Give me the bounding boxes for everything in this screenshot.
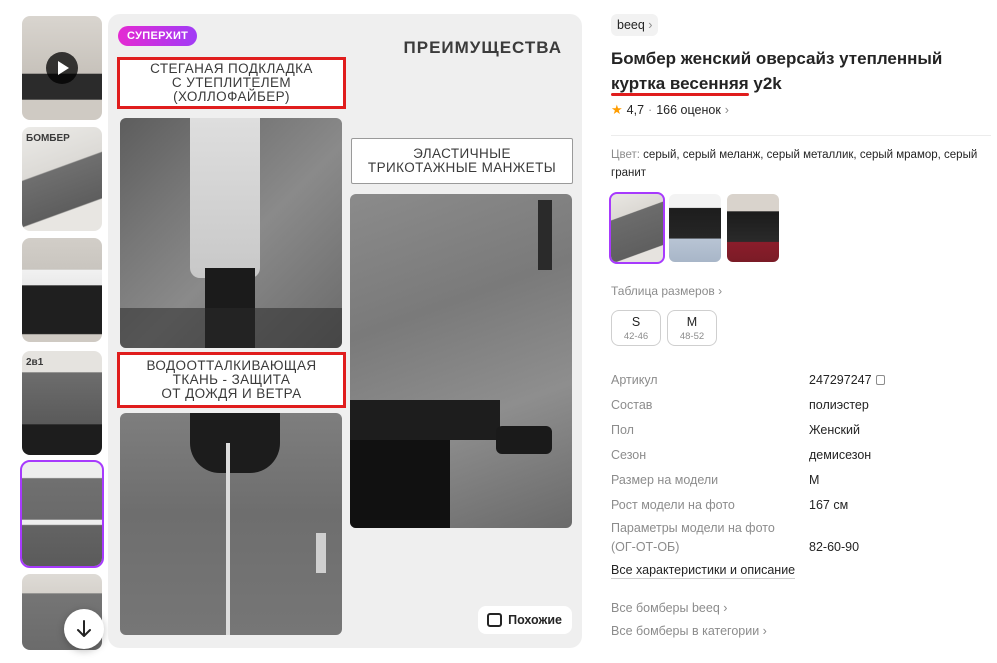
spec-value: 82-60-90 — [809, 540, 860, 554]
scroll-down-button[interactable] — [64, 609, 104, 649]
chevron-right-icon: › — [762, 624, 767, 638]
thumbnail-5-selected[interactable] — [20, 460, 104, 568]
spec-value: полиэстер — [809, 397, 869, 412]
specs-table: Артикул 247297247 Состав полиэстер Пол Ж… — [611, 367, 991, 557]
spec-row: Рост модели на фото 167 см — [611, 492, 991, 517]
product-title: Бомбер женский оверсайз утепленный куртк… — [611, 46, 991, 96]
thumbnail-2[interactable]: БОМБЕР — [22, 127, 102, 231]
spec-key-line-2: (ОГ-ОТ-ОБ) — [611, 540, 680, 554]
brand-category-link[interactable]: Все бомберы beeq › — [611, 601, 991, 615]
callout-cuffs-text: ЭЛАСТИЧНЫЕ ТРИКОТАЖНЫЕ МАНЖЕТЫ — [367, 146, 557, 175]
thumbnail-video[interactable] — [22, 16, 102, 120]
size-table-label: Таблица размеров — [611, 284, 715, 298]
article-number: 247297247 — [809, 372, 872, 387]
spec-value: 167 см — [809, 497, 849, 512]
swatch-2[interactable] — [669, 194, 721, 262]
spec-value: M — [809, 472, 820, 487]
arrow-down-icon — [77, 620, 91, 637]
category-links: Все бомберы beeq › Все бомберы в категор… — [611, 601, 991, 638]
spec-row: Артикул 247297247 — [611, 367, 991, 392]
superhit-badge: СУПЕРХИТ — [118, 26, 198, 46]
similar-button[interactable]: Похожие — [478, 606, 572, 634]
category-label: Все бомберы в категории — [611, 624, 760, 638]
similar-label: Похожие — [508, 613, 562, 627]
spec-row: Параметры модели на фото (ОГ-ОТ-ОБ) 82-6… — [611, 519, 991, 557]
callout-lining: СТЕГАНАЯ ПОДКЛАДКА С УТЕПЛИТЕЛЕМ (ХОЛЛОФ… — [117, 57, 346, 109]
product-info: beeq › Бомбер женский оверсайз утепленны… — [609, 14, 991, 638]
spec-key: Рост модели на фото — [611, 497, 735, 512]
size-option-s[interactable]: S 42-46 — [611, 310, 661, 346]
chevron-right-icon: › — [718, 284, 723, 298]
color-swatches — [609, 192, 991, 264]
color-values: серый, серый меланж, серый металлик, сер… — [611, 149, 978, 179]
size-range: 42-46 — [623, 331, 649, 342]
size-table-link[interactable]: Таблица размеров › — [611, 284, 991, 298]
chevron-right-icon: › — [723, 601, 728, 615]
brand-category-label: Все бомберы beeq — [611, 601, 720, 615]
size-name: S — [631, 315, 641, 329]
similar-search-icon — [487, 613, 503, 627]
main-product-image[interactable]: СУПЕРХИТ ПРЕИМУЩЕСТВА СТЕГАНАЯ ПОДКЛАДКА… — [108, 14, 582, 648]
title-part-2: куртка весенняя — [611, 74, 749, 93]
color-line: Цвет: серый, серый меланж, серый металли… — [611, 146, 991, 182]
spec-key: Артикул — [611, 372, 658, 387]
advantages-title: ПРЕИМУЩЕСТВА — [403, 38, 562, 57]
all-characteristics-link[interactable]: Все характеристики и описание — [611, 563, 796, 579]
copy-icon[interactable] — [875, 374, 885, 385]
product-page: БОМБЕР 2в1 СУПЕРХИТ ПРЕИМУЩЕСТВА СТЕГАНА… — [0, 0, 997, 663]
spec-key: Размер на модели — [611, 472, 719, 487]
thumbnail-caption: БОМБЕР — [26, 133, 70, 144]
category-link[interactable]: Все бомберы в категории › — [611, 624, 991, 638]
spec-key-line-1: Параметры модели на фото — [611, 521, 775, 535]
color-label: Цвет: — [611, 149, 640, 161]
brand-link[interactable]: beeq › — [611, 14, 659, 36]
spec-value: Женский — [809, 422, 860, 437]
spec-value: демисезон — [809, 447, 872, 462]
divider — [611, 135, 991, 136]
spec-value: 247297247 — [809, 373, 885, 387]
rating-value: 4,7 — [626, 103, 645, 117]
size-range: 48-52 — [679, 331, 705, 342]
reviews-count: 166 оценок — [656, 103, 721, 117]
swatch-1-selected[interactable] — [609, 192, 665, 264]
spec-row: Сезон демисезон — [611, 442, 991, 467]
swatch-3[interactable] — [727, 194, 779, 262]
callout-fabric-text: ВОДООТТАЛКИВАЮЩАЯ ТКАНЬ - ЗАЩИТА ОТ ДОЖД… — [146, 358, 317, 401]
spec-row: Состав полиэстер — [611, 392, 991, 417]
size-options: S 42-46 M 48-52 — [611, 310, 991, 346]
rating-row[interactable]: ★ 4,7 · 166 оценок › — [611, 102, 991, 118]
rating-separator: · — [648, 103, 653, 117]
spec-key: Параметры модели на фото (ОГ-ОТ-ОБ) — [611, 519, 809, 557]
play-icon[interactable] — [46, 52, 78, 84]
size-name: M — [686, 315, 698, 329]
thumbnail-3[interactable] — [22, 238, 102, 342]
thumbnail-4[interactable]: 2в1 — [22, 351, 102, 455]
spec-row: Пол Женский — [611, 417, 991, 442]
title-part-1: Бомбер женский оверсайз утепленный — [611, 49, 943, 68]
photo-lining — [120, 118, 342, 348]
chevron-right-icon: › — [724, 103, 729, 117]
callout-cuffs: ЭЛАСТИЧНЫЕ ТРИКОТАЖНЫЕ МАНЖЕТЫ — [351, 138, 573, 184]
brand-name: beeq — [617, 18, 645, 32]
title-part-3: y2k — [748, 74, 782, 93]
spec-key: Пол — [611, 422, 634, 437]
size-option-m[interactable]: M 48-52 — [667, 310, 717, 346]
spec-key: Состав — [611, 397, 653, 412]
photo-cuffs — [350, 194, 572, 528]
star-icon: ★ — [611, 102, 623, 117]
photo-fabric — [120, 413, 342, 635]
callout-fabric: ВОДООТТАЛКИВАЮЩАЯ ТКАНЬ - ЗАЩИТА ОТ ДОЖД… — [117, 352, 346, 408]
thumbnail-caption: 2в1 — [26, 357, 44, 368]
spec-row: Размер на модели M — [611, 467, 991, 492]
chevron-right-icon: › — [648, 18, 653, 32]
callout-lining-text: СТЕГАНАЯ ПОДКЛАДКА С УТЕПЛИТЕЛЕМ (ХОЛЛОФ… — [150, 61, 313, 104]
spec-key: Сезон — [611, 447, 647, 462]
